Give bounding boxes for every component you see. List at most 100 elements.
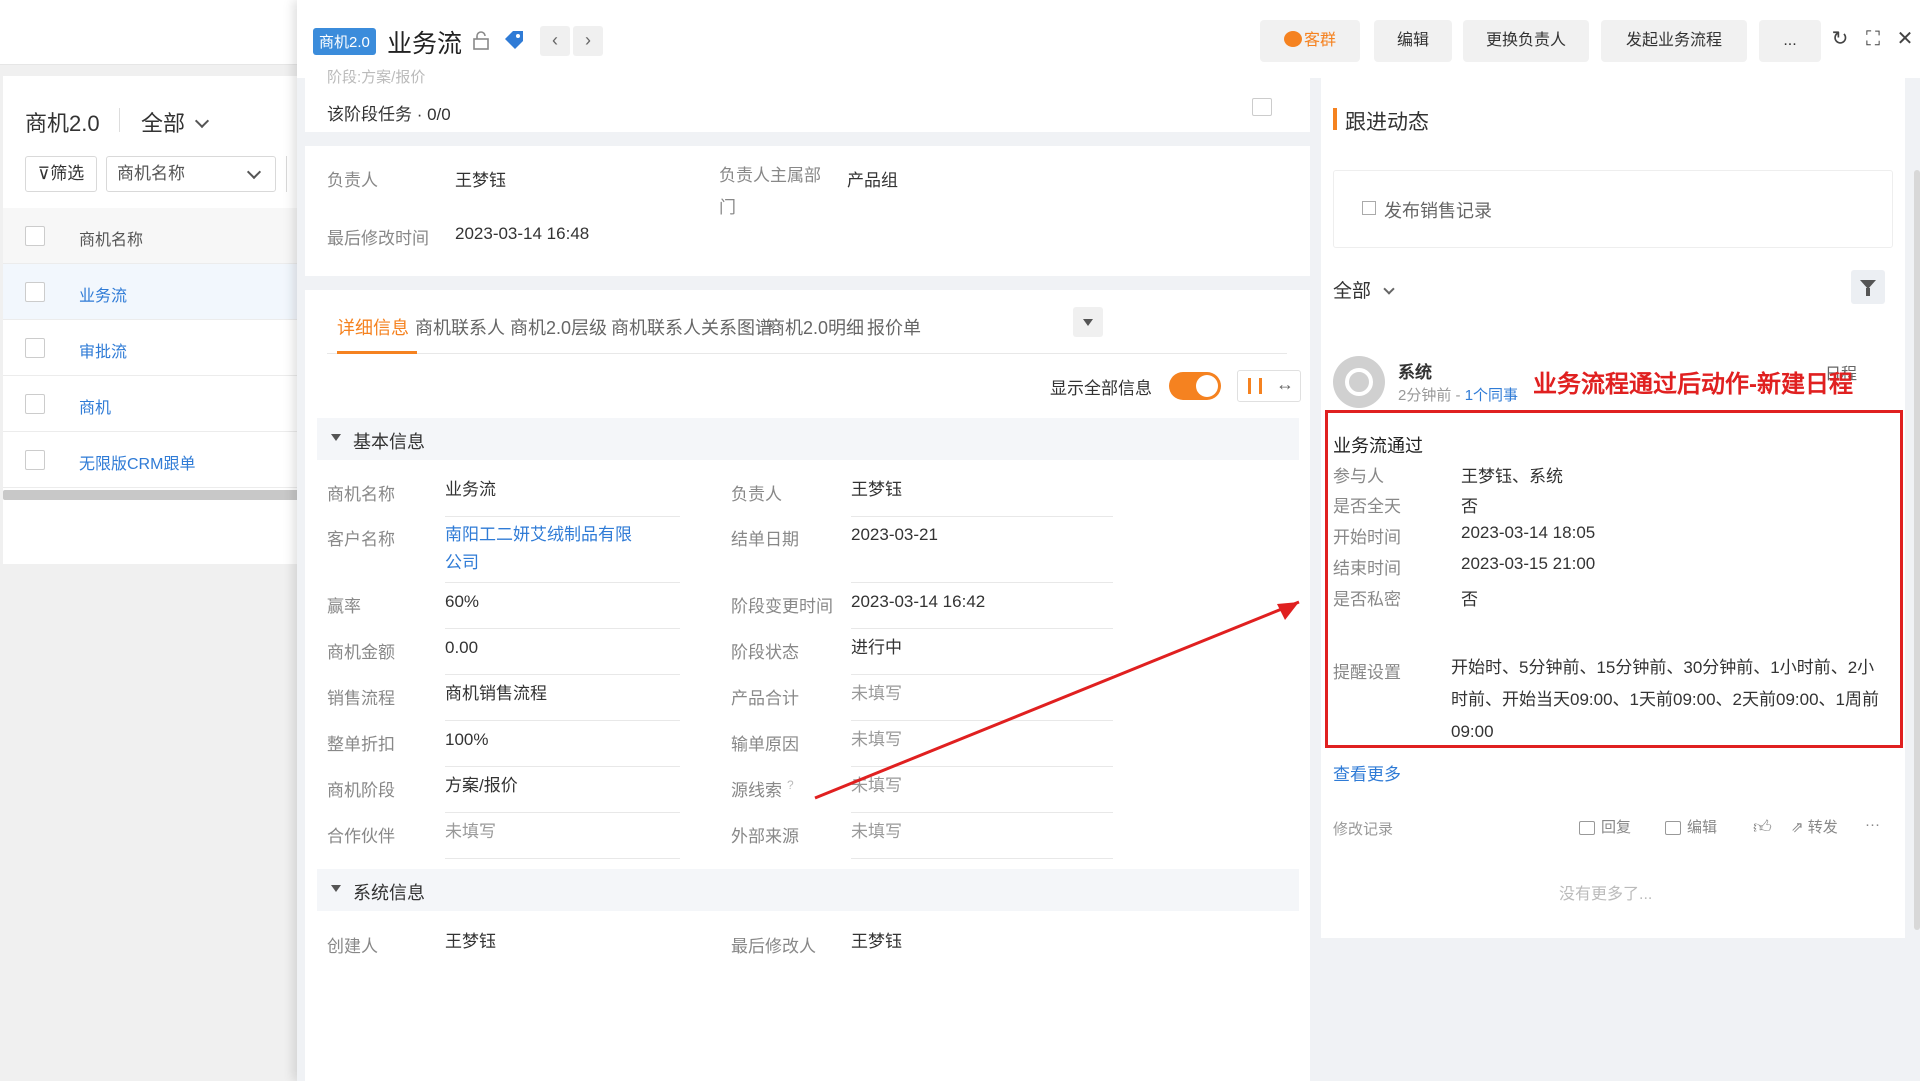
field-label: 合作伙伴 [327, 827, 395, 846]
row-checkbox[interactable] [25, 394, 45, 414]
reply-button[interactable]: 回复 [1579, 816, 1631, 837]
horizontal-scrollbar[interactable] [3, 490, 300, 500]
field-label: 销售流程 [327, 689, 395, 708]
lock-icon[interactable] [471, 30, 491, 50]
event-field-label: 结束时间 [1333, 559, 1401, 578]
field-divider [445, 628, 680, 629]
row-link[interactable]: 业务流 [79, 282, 127, 306]
creator-label: 创建人 [327, 937, 378, 956]
edit-button[interactable]: 编辑 [1374, 20, 1452, 62]
stage-task: 该阶段任务 · 0/0 [327, 105, 451, 124]
modify-log-link[interactable]: 修改记录 [1333, 818, 1393, 839]
end-of-feed: 没有更多了... [1559, 886, 1653, 903]
field-divider [851, 516, 1113, 517]
filter-button[interactable]: ⊽筛选 [25, 156, 97, 192]
field-divider [445, 858, 680, 859]
tab-line-items[interactable]: 商机2.0明细 [767, 314, 864, 354]
label-tag-icon[interactable] [503, 29, 525, 51]
event-field-label: 参与人 [1333, 467, 1384, 486]
customer-link[interactable]: 南阳工二妍艾绒制品有限公司 [445, 521, 645, 577]
start-flow-button[interactable]: 发起业务流程 [1601, 20, 1747, 62]
tab-detail[interactable]: 详细信息 [337, 314, 417, 354]
field-value: 未填写 [445, 822, 496, 841]
record-title: 业务流 [387, 30, 463, 58]
table-row[interactable]: 业务流 [3, 264, 300, 320]
tab-hierarchy[interactable]: 商机2.0层级 [510, 314, 607, 354]
row-link[interactable]: 商机 [79, 394, 111, 418]
feed-filter-dropdown[interactable]: 全部 [1333, 276, 1395, 303]
stage-label: 阶段:方案/报价 [327, 69, 426, 86]
customer-group-button[interactable]: 客群 [1260, 20, 1360, 62]
event-field-label: 是否全天 [1333, 497, 1401, 516]
field-divider [851, 812, 1113, 813]
chevron-down-icon [194, 113, 210, 129]
task-list-icon[interactable] [1252, 98, 1272, 116]
close-icon[interactable]: ✕ [1894, 28, 1916, 50]
field-divider [851, 858, 1113, 859]
row-link[interactable]: 审批流 [79, 338, 127, 362]
fullscreen-icon[interactable]: ⛶ [1862, 28, 1884, 50]
field-label: 外部来源 [731, 827, 799, 846]
post-sales-record-input[interactable]: 发布销售记录 [1333, 170, 1893, 248]
dept-label: 负责人主属部门 [719, 166, 821, 217]
edit-icon [1665, 821, 1681, 836]
change-owner-button[interactable]: 更换负责人 [1463, 20, 1589, 62]
field-value: 未填写 [851, 822, 902, 841]
field-select[interactable]: 商机名称 [106, 156, 276, 192]
help-icon[interactable]: ? [787, 778, 794, 792]
field-value: 2023-03-21 [851, 525, 938, 544]
field-divider [851, 628, 1113, 629]
layout-switch[interactable]: ↔ [1237, 370, 1301, 402]
event-field-value: 否 [1461, 590, 1478, 609]
annotation-text: 业务流程通过后动作-新建日程 [1533, 371, 1853, 398]
modified-time-label: 最后修改时间 [327, 229, 429, 248]
field-divider [445, 766, 680, 767]
row-link[interactable]: 无限版CRM跟单 [79, 450, 195, 474]
row-checkbox[interactable] [25, 338, 45, 358]
forward-button[interactable]: ⇗ 转发 [1791, 816, 1838, 837]
more-button[interactable]: ... [1759, 20, 1821, 62]
object-tag: 商机2.0 [313, 28, 376, 55]
owner-label: 负责人 [327, 171, 378, 190]
row-checkbox[interactable] [25, 450, 45, 470]
tab-contacts[interactable]: 商机联系人 [415, 314, 505, 354]
field-divider [445, 720, 680, 721]
column-layout-icon[interactable] [1248, 378, 1262, 394]
tab-relation-graph[interactable]: 商机联系人关系图谱 [611, 314, 773, 354]
select-all-checkbox[interactable] [25, 226, 45, 246]
more-tabs-dropdown[interactable] [1073, 307, 1103, 337]
field-value: 业务流 [445, 480, 496, 499]
table-row[interactable]: 审批流 [3, 320, 300, 376]
more-actions-icon[interactable]: ··· [1865, 816, 1880, 833]
tab-quote[interactable]: 报价单 [867, 314, 921, 354]
see-more-link[interactable]: 查看更多 [1333, 760, 1401, 785]
refresh-icon[interactable]: ↻ [1829, 28, 1851, 50]
basic-info-section[interactable]: 基本信息 [317, 418, 1299, 460]
edit-post-button[interactable]: 编辑 [1665, 816, 1717, 837]
event-field-value: 否 [1461, 497, 1478, 516]
swap-icon[interactable]: ↔ [1276, 374, 1294, 395]
field-label: 结单日期 [731, 530, 799, 549]
row-checkbox[interactable] [25, 282, 45, 302]
field-divider [445, 516, 680, 517]
event-field-value: 2023-03-14 18:05 [1461, 523, 1596, 542]
system-info-section[interactable]: 系统信息 [317, 869, 1299, 911]
colleague-link[interactable]: 1个同事 [1465, 387, 1518, 404]
show-all-toggle[interactable] [1169, 372, 1221, 400]
field-label: 产品合计 [731, 689, 799, 708]
edit-icon [1362, 201, 1376, 215]
scene-filter[interactable]: 全部 [141, 106, 210, 138]
field-label: 整单折扣 [327, 735, 395, 754]
funnel-icon[interactable] [1851, 270, 1885, 304]
vertical-scrollbar[interactable] [1914, 170, 1920, 930]
field-divider [445, 674, 680, 675]
table-row[interactable]: 商机 [3, 376, 300, 432]
next-record-button[interactable]: › [573, 26, 603, 56]
chat-bubble-icon [1283, 30, 1302, 47]
table-row[interactable]: 无限版CRM跟单 [3, 432, 300, 488]
like-icon[interactable]: 👍︎ [1753, 816, 1772, 838]
stage-card: 阶段:方案/报价 该阶段任务 · 0/0 [305, 64, 1310, 132]
caret-down-icon [331, 434, 341, 441]
prev-record-button[interactable]: ‹ [540, 26, 570, 56]
field-label: 输单原因 [731, 735, 799, 754]
